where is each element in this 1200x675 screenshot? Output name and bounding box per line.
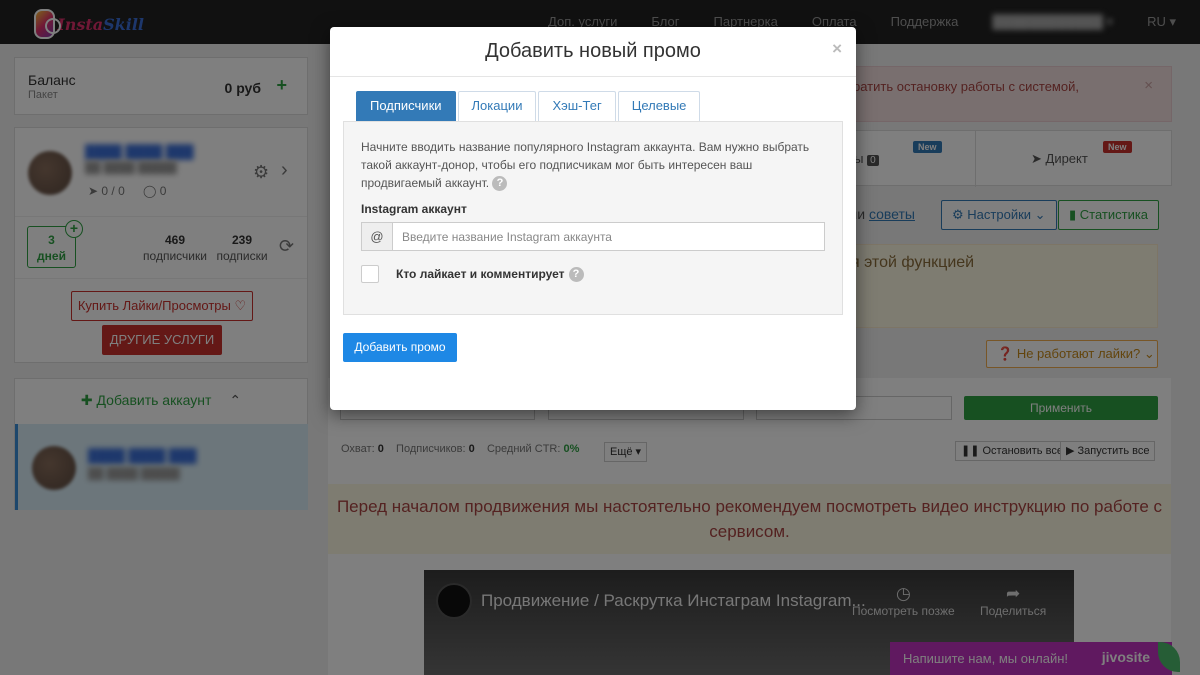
likers-commenters-label[interactable]: Кто лайкает и комментирует <box>396 267 565 281</box>
promo-tabs: Подписчики Локации Хэш-Тег Целевые <box>356 91 702 121</box>
at-sign-addon: @ <box>362 223 393 250</box>
add-promo-modal: Добавить новый промо × Подписчики Локаци… <box>330 27 856 410</box>
tab-description: Начните вводить название популярного Ins… <box>361 140 810 192</box>
modal-header: Добавить новый промо × <box>330 27 856 77</box>
tab-hashtag[interactable]: Хэш-Тег <box>538 91 616 121</box>
tab-locations[interactable]: Локации <box>457 91 537 121</box>
likers-commenters-checkbox[interactable] <box>361 265 379 283</box>
close-icon[interactable]: × <box>832 39 842 59</box>
help-icon[interactable]: ? <box>492 176 508 192</box>
tab-targeted[interactable]: Целевые <box>617 91 701 121</box>
tab-panel-followers: Начните вводить название популярного Ins… <box>343 121 843 315</box>
instagram-account-input[interactable] <box>393 223 824 250</box>
instagram-account-input-group: @ <box>361 222 825 251</box>
add-promo-button[interactable]: Добавить промо <box>343 333 457 362</box>
tab-followers[interactable]: Подписчики <box>356 91 456 121</box>
likers-commenters-option: Кто лайкает и комментирует ? <box>361 265 584 283</box>
modal-title: Добавить новый промо <box>485 40 701 62</box>
instagram-account-label: Instagram аккаунт <box>361 202 467 216</box>
help-icon[interactable]: ? <box>568 266 584 282</box>
